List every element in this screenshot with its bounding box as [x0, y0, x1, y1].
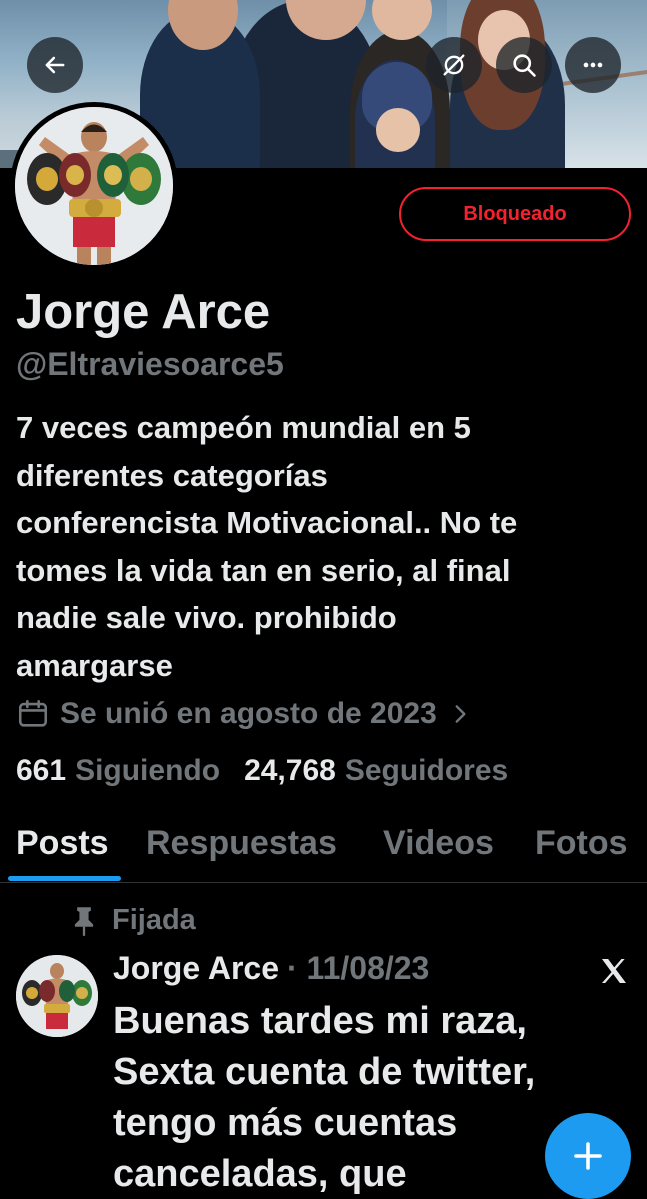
- bio-line: nadie sale vivo. prohibido: [16, 600, 397, 635]
- blocked-button[interactable]: Bloqueado: [399, 187, 631, 241]
- pinned-indicator: Fijada: [70, 904, 196, 937]
- joined-label: Se unió en agosto de 2023: [60, 697, 437, 730]
- post-header: Jorge Arce · 11/08/23: [113, 950, 429, 987]
- chevron-right-icon: [455, 705, 466, 723]
- active-tab-indicator: [8, 876, 121, 881]
- tab-videos[interactable]: Videos: [383, 824, 494, 863]
- pinned-label: Fijada: [112, 904, 196, 936]
- x-logo-icon: [602, 959, 626, 983]
- followers-label: Seguidores: [344, 754, 509, 787]
- followers-link[interactable]: 24,768 Seguidores: [244, 754, 508, 788]
- back-button[interactable]: [27, 37, 83, 93]
- post-date[interactable]: · 11/08/23: [287, 950, 429, 987]
- post-author-avatar[interactable]: [16, 955, 98, 1037]
- grok-icon: [443, 54, 465, 76]
- arrow-left-icon: [45, 56, 65, 74]
- tab-replies[interactable]: Respuestas: [146, 824, 337, 863]
- tab-posts[interactable]: Posts: [16, 824, 109, 863]
- banner-person-head: [376, 108, 420, 152]
- bio-line: diferentes categorías: [16, 457, 328, 493]
- boxer-champion-photo: [15, 107, 173, 265]
- tab-photos[interactable]: Fotos: [535, 824, 628, 863]
- grok-button[interactable]: [426, 37, 482, 93]
- post-author-name[interactable]: Jorge Arce: [113, 950, 279, 987]
- banner-person-head: [372, 0, 432, 40]
- plus-icon: [574, 1142, 602, 1170]
- bio-line: tomes la vida tan en serio, al final: [16, 552, 511, 588]
- following-count: 661: [16, 754, 67, 787]
- search-icon: [513, 54, 536, 77]
- more-button[interactable]: [565, 37, 621, 93]
- following-link[interactable]: 661 Siguiendo: [16, 754, 220, 788]
- calendar-icon: [18, 699, 48, 727]
- followers-count: 24,768: [244, 754, 336, 787]
- more-horizontal-icon: [583, 62, 603, 68]
- search-button[interactable]: [496, 37, 552, 93]
- profile-avatar[interactable]: [10, 102, 178, 270]
- pin-icon: [74, 906, 94, 936]
- avatar-photo: [15, 107, 173, 265]
- profile-page: Bloqueado Jorge Arce @Eltraviesoarce5 7 …: [0, 0, 647, 1199]
- post-text-line: Sexta cuenta de twitter,: [113, 1051, 536, 1093]
- joined-date[interactable]: Se unió en agosto de 2023: [16, 694, 473, 734]
- bio-line: conferencista Motivacional.. No te: [16, 505, 518, 540]
- bio-line: 7 veces campeón mundial en 5: [16, 410, 471, 445]
- following-label: Siguiendo: [75, 754, 221, 787]
- profile-name: Jorge Arce: [16, 285, 271, 339]
- profile-bio: 7 veces campeón mundial en 5 diferentes …: [16, 404, 636, 689]
- bio-line: amargarse: [16, 647, 173, 683]
- compose-post-button[interactable]: [545, 1113, 631, 1199]
- profile-handle: @Eltraviesoarce5: [16, 346, 284, 382]
- profile-stats: 661 Siguiendo 24,768 Seguidores: [16, 754, 520, 788]
- profile-tabs: Posts Respuestas Videos Fotos: [0, 812, 647, 883]
- boxer-champion-photo: [16, 955, 98, 1037]
- post-text-line: Buenas tardes mi raza,: [113, 1000, 527, 1042]
